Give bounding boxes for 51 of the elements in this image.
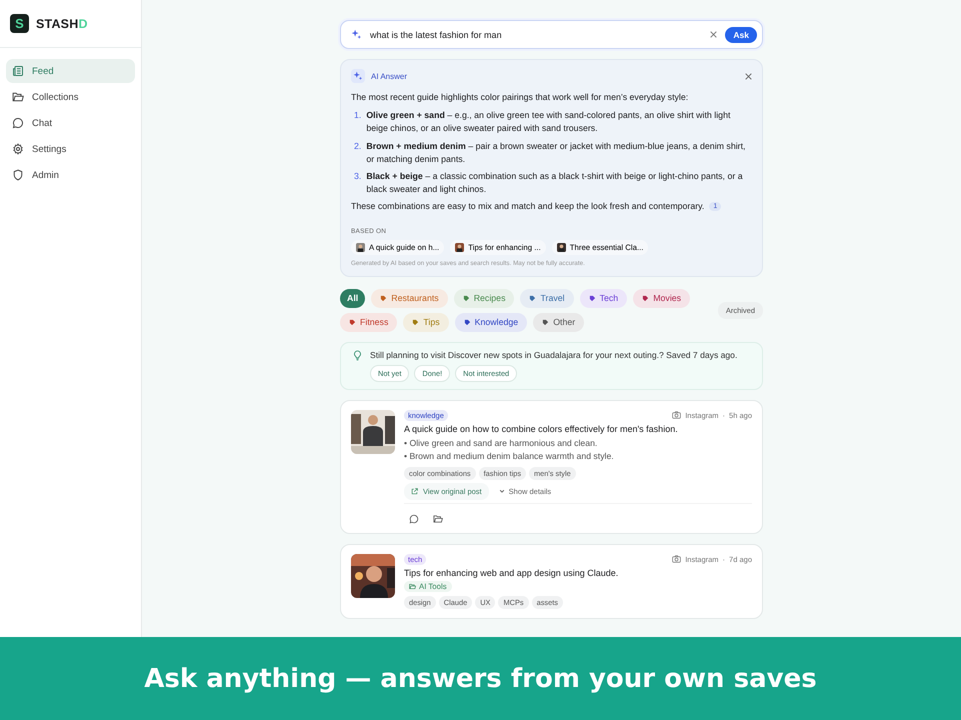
list-number: 1. (354, 109, 362, 122)
settings-icon (12, 143, 24, 155)
category-chip[interactable]: Tech (580, 288, 628, 308)
card-title: AI Answer (371, 72, 408, 80)
sidebar-item[interactable]: Chat (6, 111, 135, 135)
answer-point: Brown + medium denim – pair a brown sweater or jacket with medium-blue jeans, a denim shirt, or matching denim pants. (366, 140, 746, 166)
category-chip[interactable]: Travel (520, 288, 574, 308)
summary-point: • Brown and medium denim balance warmth and style. (404, 450, 614, 463)
reminder-text: Still planning to visit Discover new spots in Guadalajara for your next outing.? Saved 7 days ago. (370, 350, 738, 360)
category-chip[interactable]: Tips (403, 312, 449, 332)
lightbulb-icon (353, 350, 362, 360)
chat-icon[interactable] (409, 514, 419, 524)
sparkle-icon (351, 69, 365, 83)
caption-banner: Ask anything — answers from your own saves (0, 637, 961, 720)
category-chip[interactable]: Movies (633, 288, 690, 308)
answer-point: Black + beige – a classic combination such as a black t-shirt with beige or light-chino pants, or a black sweater and light chinos. (366, 170, 744, 196)
logo-icon: S (10, 14, 29, 33)
answer-point: Olive green + sand – e.g., an olive green tee with sand-colored pants, an olive shirt with light beige chinos, or an olive sweater paired with sand trousers. (366, 109, 732, 136)
summary-point: • Olive green and sand are harmonious and clean. (404, 436, 598, 450)
shield-icon (12, 169, 24, 181)
post-title: A quick guide on how to combine colors effectively for men's fashion. (404, 424, 678, 434)
external-link-icon (411, 488, 418, 495)
post-title: Tips for enhancing web and app design using Claude. (404, 568, 618, 578)
category-chip[interactable]: All (340, 288, 366, 308)
folder-icon[interactable] (433, 514, 443, 524)
category-chip[interactable]: Restaurants (371, 288, 448, 308)
category-chip[interactable]: Recipes (454, 288, 514, 308)
search-field[interactable]: what is the latest fashion for man Ask (340, 20, 763, 49)
list-number: 3. (354, 170, 362, 183)
folder-icon (409, 582, 416, 590)
answer-text: These combinations are easy to mix and match and keep the look fresh and contemporary. (351, 200, 704, 214)
ask-button[interactable]: Ask (725, 26, 757, 42)
folder-icon (12, 91, 24, 103)
sidebar-item[interactable]: Admin (6, 163, 135, 187)
answer-text: The most recent guide highlights color pairings that work well for men’s everyday style: (351, 91, 690, 104)
camera-icon (672, 555, 682, 564)
close-icon[interactable] (745, 72, 752, 80)
camera-icon (672, 411, 682, 419)
brand-name: STASHD (36, 16, 88, 30)
category-chip[interactable]: Fitness (340, 312, 398, 332)
close-icon[interactable] (710, 31, 718, 38)
sparkle-icon (351, 29, 362, 40)
sidebar-item[interactable]: Collections (6, 85, 135, 109)
chat-icon (12, 117, 24, 129)
category-chip[interactable]: Knowledge (454, 312, 528, 332)
category-chip[interactable]: Other (533, 312, 584, 332)
chevron-down-icon (498, 488, 505, 494)
list-number: 2. (354, 140, 362, 153)
sidebar-item[interactable]: Feed (6, 59, 135, 83)
sidebar-item[interactable]: Settings (6, 137, 135, 161)
newspaper-icon (12, 65, 24, 77)
